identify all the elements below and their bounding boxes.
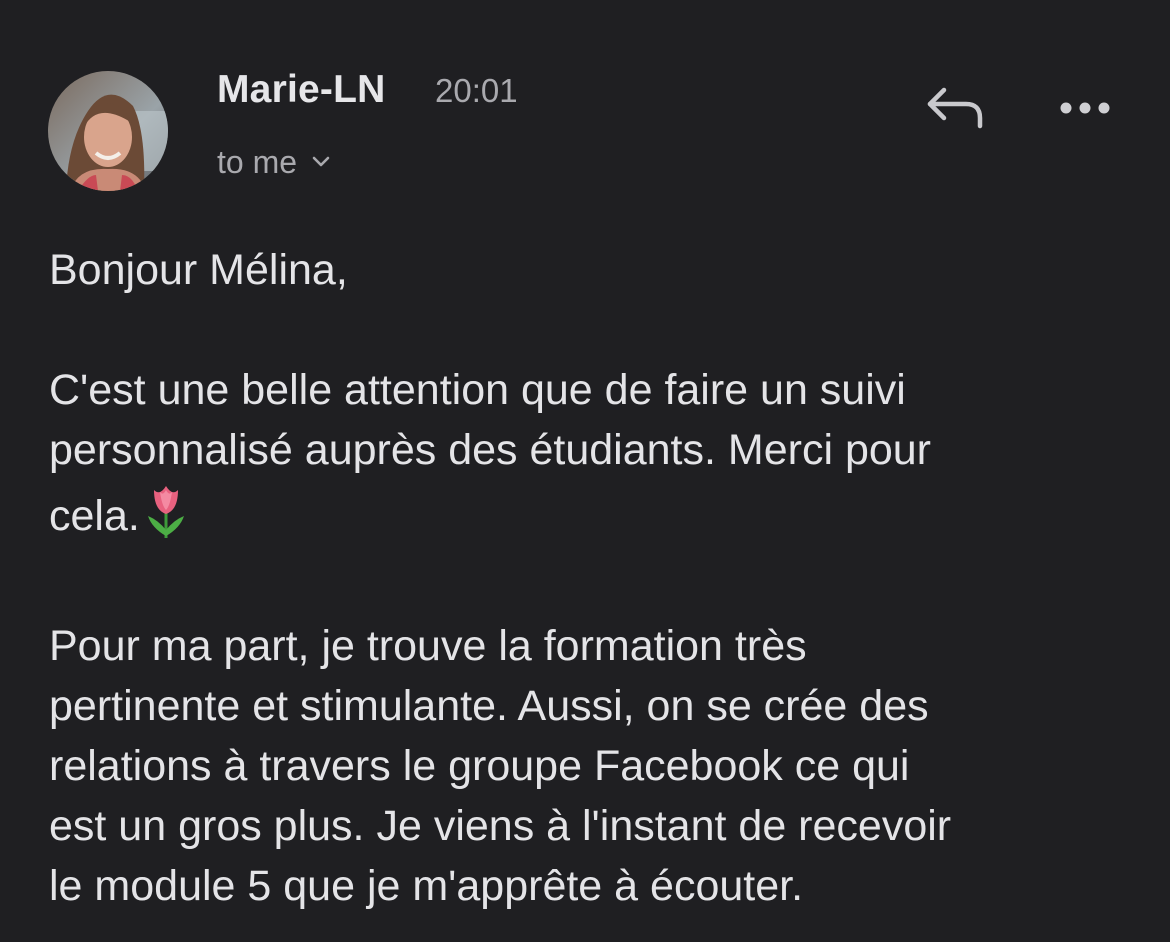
body-line: le module 5 que je m'apprête à écouter. [49,862,804,910]
tulip-emoji-icon [142,480,190,556]
body-line: Pour ma part, je trouve la formation trè… [49,622,807,670]
chevron-down-icon [312,156,330,167]
more-dots-icon [1060,102,1110,114]
reply-button[interactable] [922,80,988,136]
body-line: personnalisé auprès des étudiants. Merci… [49,426,932,474]
recipient-toggle[interactable]: to me [217,142,331,182]
greeting: Bonjour Mélina, [49,246,348,294]
sender-avatar[interactable] [48,71,168,191]
more-options-button[interactable] [1054,86,1120,130]
avatar-photo [48,71,168,191]
message-time: 20:01 [435,72,518,109]
message-body: Bonjour Mélina, C'est une belle attentio… [49,240,1129,916]
recipient-label: to me [217,143,298,180]
body-line: relations à travers le groupe Facebook c… [49,742,910,790]
message-header: Marie-LN 20:01 to me [0,0,1170,230]
reply-arrow-icon [927,87,983,129]
body-line: cela. [49,480,1129,556]
body-line: est un gros plus. Je viens à l'instant d… [49,802,952,850]
sender-name: Marie-LN [217,68,386,111]
body-line: C'est une belle attention que de faire u… [49,366,906,414]
body-line-text: cela. [49,492,140,540]
body-line: pertinente et stimulante. Aussi, on se c… [49,682,929,730]
